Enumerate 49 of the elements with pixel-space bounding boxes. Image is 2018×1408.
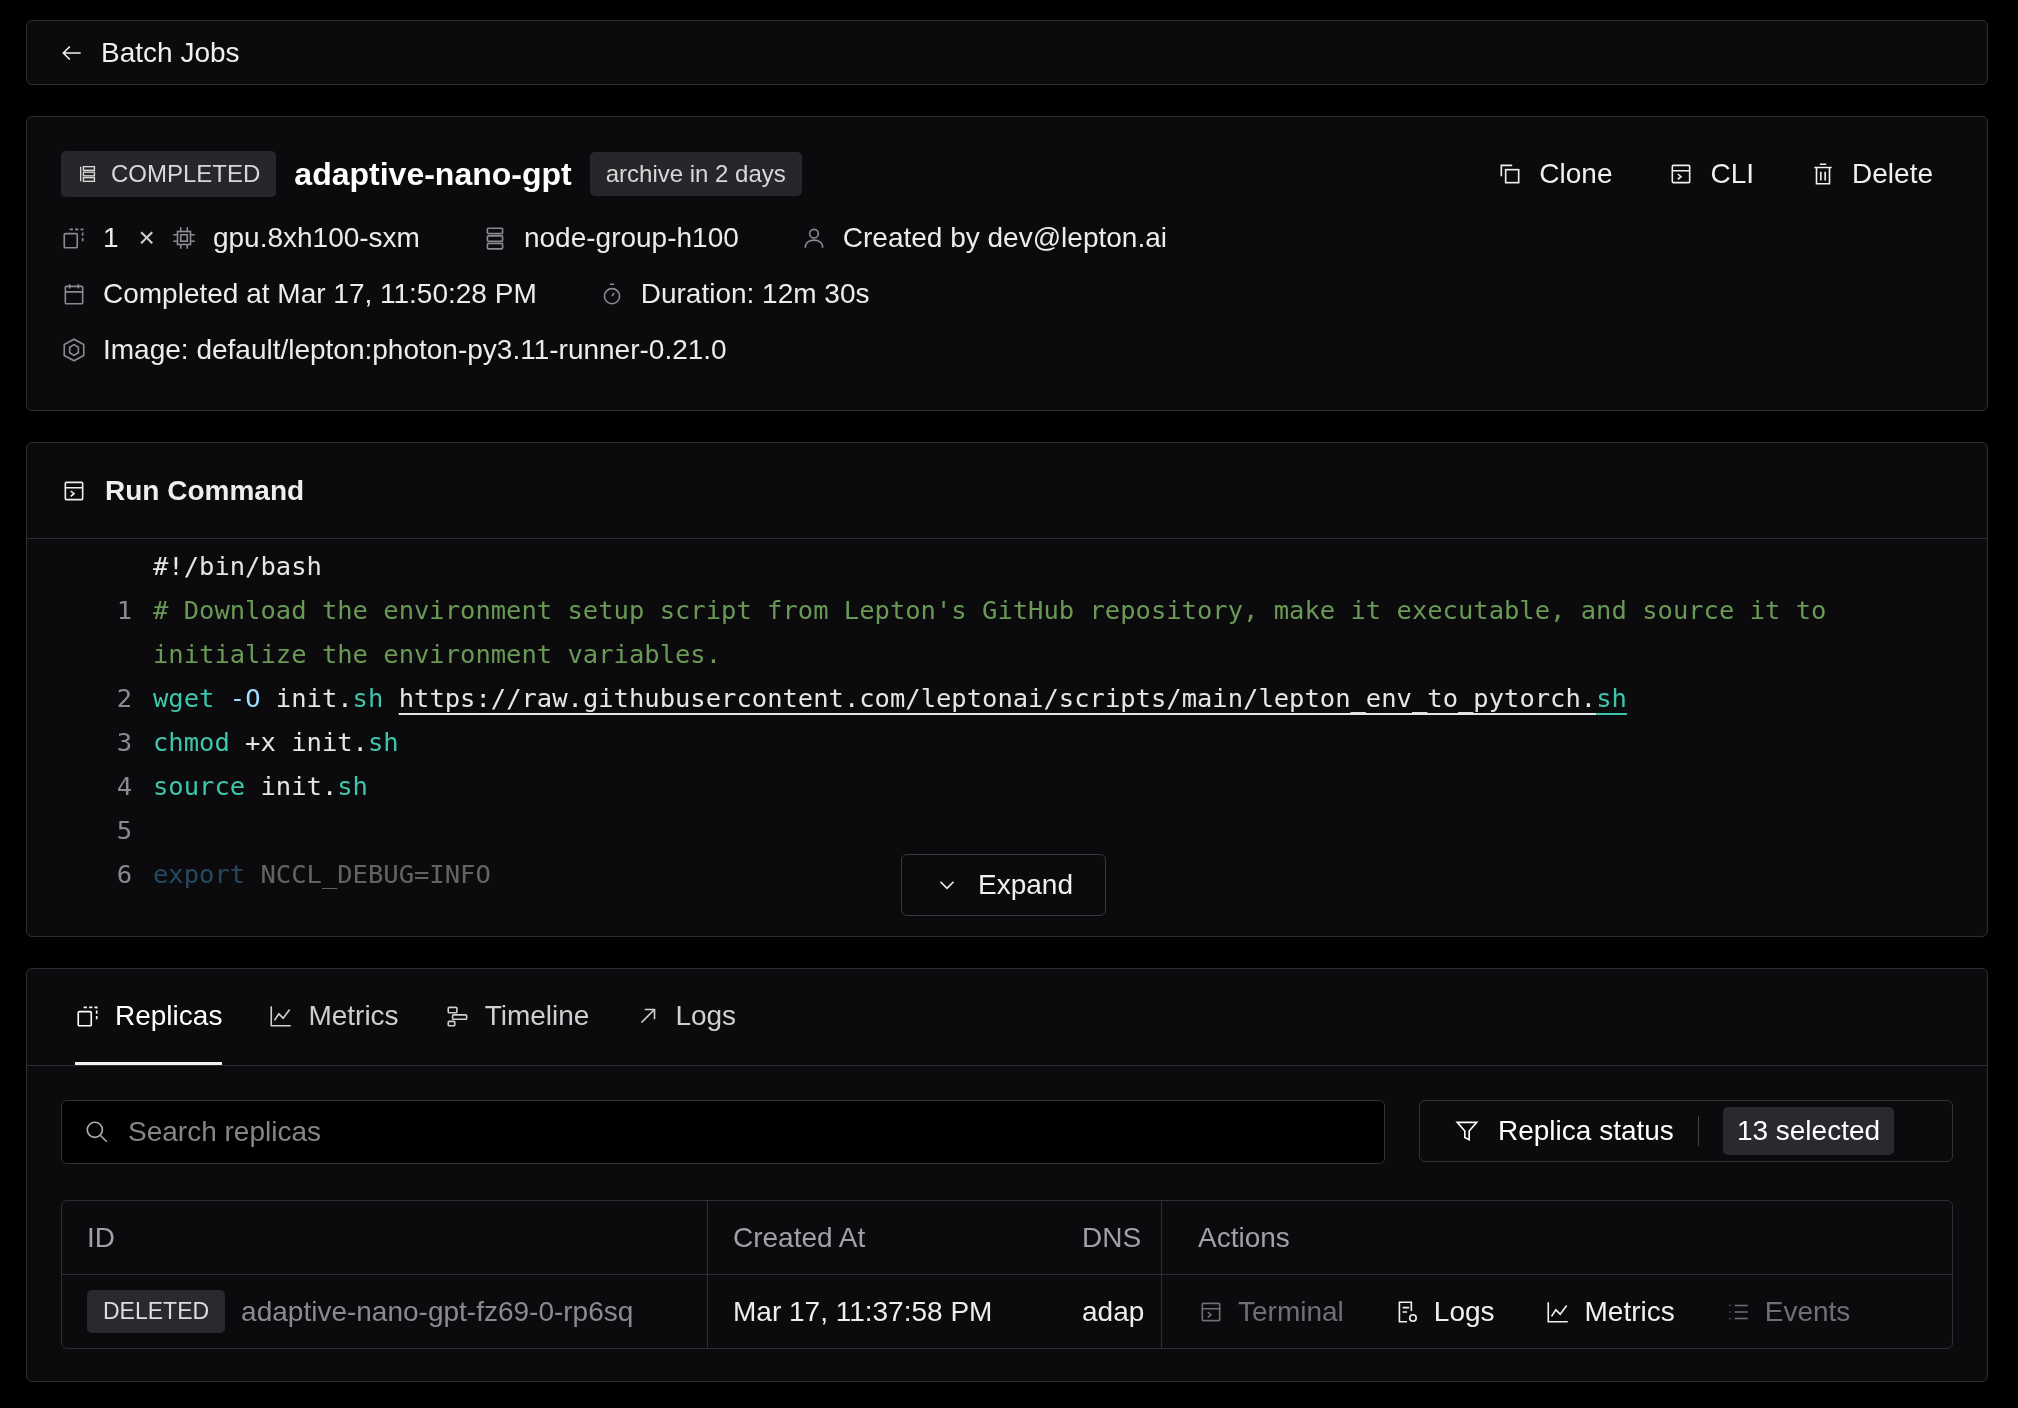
line-number: 6 [116, 859, 132, 889]
back-link[interactable]: Batch Jobs [59, 36, 240, 69]
dns-text: adap [1082, 1295, 1145, 1328]
replica-id: adaptive-nano-gpt-fz69-0-rp6sq [241, 1295, 634, 1328]
tab[interactable]: Timeline [444, 969, 590, 1065]
job-title: adaptive-nano-gpt [294, 155, 572, 193]
expand-button[interactable]: Expand [901, 854, 1106, 916]
cli-button[interactable]: CLI [1668, 158, 1755, 190]
code-line: export NCCL_DEBUG=INFO [153, 859, 491, 889]
tab[interactable]: Metrics [268, 969, 399, 1065]
line-number: 5 [116, 815, 132, 845]
code-line: chmod +x init.sh [153, 727, 399, 757]
clone-button[interactable]: Clone [1497, 158, 1613, 190]
status-badge: COMPLETED [61, 151, 277, 197]
logs-action[interactable]: Logs [1393, 1295, 1495, 1328]
node-group-text: node-group-h100 [523, 222, 739, 254]
code-line: source init.sh [153, 771, 368, 801]
status-filter-button[interactable]: Replica status 13 selected [1419, 1100, 1953, 1162]
code-line: #!/bin/bash [153, 551, 322, 581]
column-header: Actions [1198, 1221, 1290, 1254]
timer-text: Duration: 12m 30s [640, 278, 870, 310]
status-badge: DELETED [87, 1290, 226, 1333]
search-icon [84, 1119, 110, 1145]
calendar-text: Completed at Mar 17, 11:50:28 PM [103, 278, 537, 310]
line-number: 4 [116, 771, 132, 801]
tab[interactable]: Logs [635, 969, 737, 1065]
section-title: Run Command [105, 474, 305, 507]
gpu-text: gpu.8xh100-sxm [212, 222, 420, 254]
line-number: 2 [116, 683, 132, 713]
search-input[interactable]: Search replicas [126, 1115, 1362, 1149]
code-line: # Download the environment setup script from Lepton's GitHub repository, make it executable, and source it to initialize the environment variables. [153, 595, 1828, 669]
metrics-action[interactable]: Metrics [1544, 1295, 1675, 1328]
search-field[interactable]: Search replicas [61, 1100, 1385, 1164]
line-number: 1 [116, 595, 132, 625]
column-header: DNS [1082, 1221, 1142, 1254]
column-header: Created At [733, 1221, 866, 1254]
column-header: ID [87, 1221, 115, 1254]
cube-icon [61, 337, 87, 363]
chip-icon [170, 225, 197, 251]
user-text: Created by dev@lepton.ai [842, 222, 1167, 254]
line-number: 3 [116, 727, 132, 757]
created-at-text: Mar 17, 11:37:58 PM [733, 1295, 993, 1328]
multiply-sign: × [138, 222, 155, 254]
replicas-text: 1 [103, 222, 119, 254]
image-text: Image: default/lepton:photon-py3.11-runner-0.21.0 [103, 334, 727, 366]
code-line: wget -O init.sh https://raw.githubusercontent.com/leptonai/scripts/main/lepton_env_to_pytorch.sh [153, 683, 1627, 713]
archive-tag: archive in 2 days [589, 152, 802, 196]
delete-button[interactable]: Delete [1810, 158, 1933, 190]
tab[interactable]: Replicas [75, 969, 223, 1065]
